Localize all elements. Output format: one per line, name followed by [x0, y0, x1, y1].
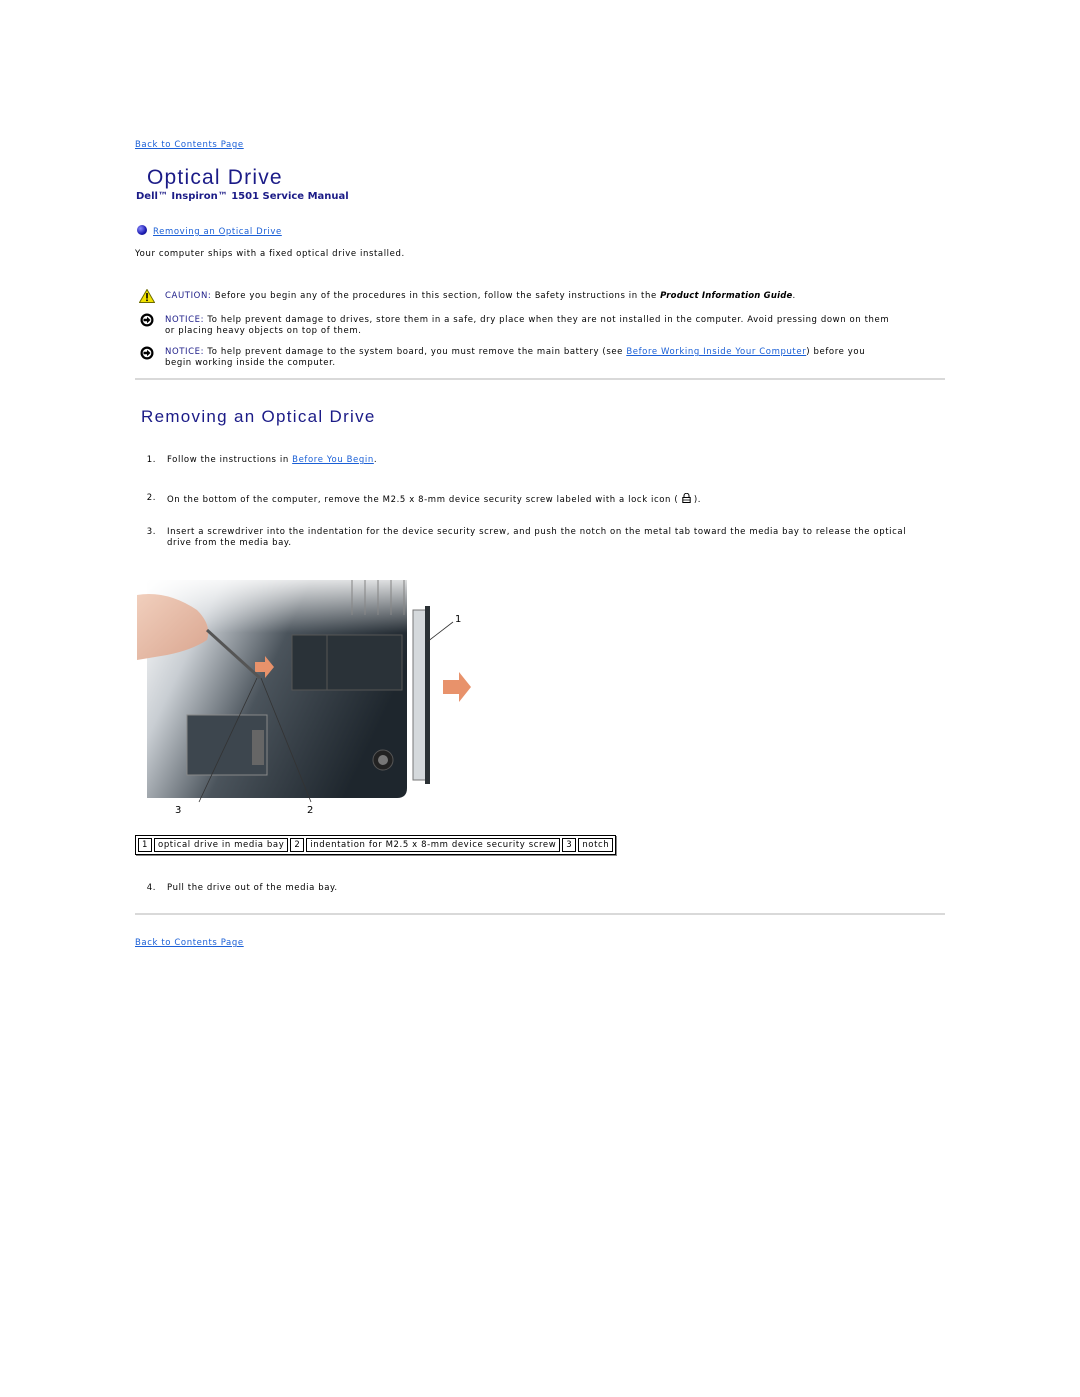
step-text-end: ).	[690, 495, 702, 505]
legend-num: 3	[562, 838, 577, 852]
caution-emphasis: Product Information Guide	[660, 291, 793, 301]
optical-drive-figure: 1 2 3	[137, 570, 472, 822]
callout-legend-table: 1 optical drive in media bay 2 indentati…	[135, 835, 617, 855]
legend-num: 1	[138, 838, 153, 852]
caution-end: .	[792, 291, 796, 301]
step-text: Follow the instructions in	[167, 455, 293, 465]
legend-label: optical drive in media bay	[154, 838, 289, 852]
callout-1: 1	[455, 614, 461, 625]
divider	[135, 913, 945, 915]
before-you-begin-link[interactable]: Before You Begin	[292, 455, 374, 465]
back-to-contents-link-top[interactable]: Back to Contents Page	[135, 140, 244, 150]
step-2: On the bottom of the computer, remove th…	[167, 492, 702, 506]
intro-text: Your computer ships with a fixed optical…	[135, 249, 405, 259]
caution-label: CAUTION:	[165, 291, 212, 301]
notice-label: NOTICE:	[165, 315, 205, 325]
step-text: Insert a screwdriver into the indentatio…	[167, 527, 907, 537]
notice-body: To help prevent damage to the system boa…	[204, 347, 627, 357]
step-number: 1.	[146, 455, 156, 465]
notice-label: NOTICE:	[165, 347, 205, 357]
back-to-contents-link-bottom[interactable]: Back to Contents Page	[135, 938, 244, 948]
step-number: 3.	[146, 527, 156, 537]
divider	[135, 378, 945, 380]
step-number: 2.	[146, 493, 156, 503]
legend-num: 2	[290, 838, 305, 852]
notice-body-post: ) before you	[806, 347, 866, 357]
page-title: Optical Drive	[147, 166, 283, 189]
notice-body: To help prevent damage to drives, store …	[204, 315, 890, 325]
notice-icon	[140, 313, 154, 327]
callout-2: 2	[307, 805, 313, 816]
bullet-icon	[137, 224, 147, 235]
toc-link-removing[interactable]: Removing an Optical Drive	[153, 227, 282, 237]
notice-icon	[140, 346, 154, 360]
step-text: On the bottom of the computer, remove th…	[167, 495, 682, 505]
section-heading: Removing an Optical Drive	[141, 407, 376, 426]
notice-body-line2: or placing heavy objects on top of them.	[165, 326, 362, 336]
lock-icon	[681, 492, 691, 503]
laptop-bottom-illustration: 1 2 3	[137, 570, 472, 822]
step-number: 4.	[146, 883, 156, 893]
notice-text-2: NOTICE: To help prevent damage to the sy…	[165, 347, 865, 369]
before-working-link[interactable]: Before Working Inside Your Computer	[626, 347, 806, 357]
caution-text: CAUTION: Before you begin any of the pro…	[165, 291, 796, 302]
step-4: Pull the drive out of the media bay.	[167, 883, 338, 893]
notice-body-line2: begin working inside the computer.	[165, 358, 336, 368]
legend-label: indentation for M2.5 x 8-mm device secur…	[306, 838, 561, 852]
step-text-line2: drive from the media bay.	[167, 538, 292, 548]
toc-item: Removing an Optical Drive	[137, 219, 282, 238]
step-1: Follow the instructions in Before You Be…	[167, 455, 377, 466]
legend-label: notch	[578, 838, 614, 852]
notice-text-1: NOTICE: To help prevent damage to drives…	[165, 315, 889, 337]
step-text-end: .	[373, 455, 378, 465]
caution-icon	[139, 289, 155, 303]
page-subtitle: Dell™ Inspiron™ 1501 Service Manual	[136, 191, 349, 202]
step-3: Insert a screwdriver into the indentatio…	[167, 527, 906, 549]
caution-body: Before you begin any of the procedures i…	[211, 291, 661, 301]
callout-3: 3	[175, 805, 181, 816]
legend-row: 1 optical drive in media bay 2 indentati…	[138, 838, 614, 852]
